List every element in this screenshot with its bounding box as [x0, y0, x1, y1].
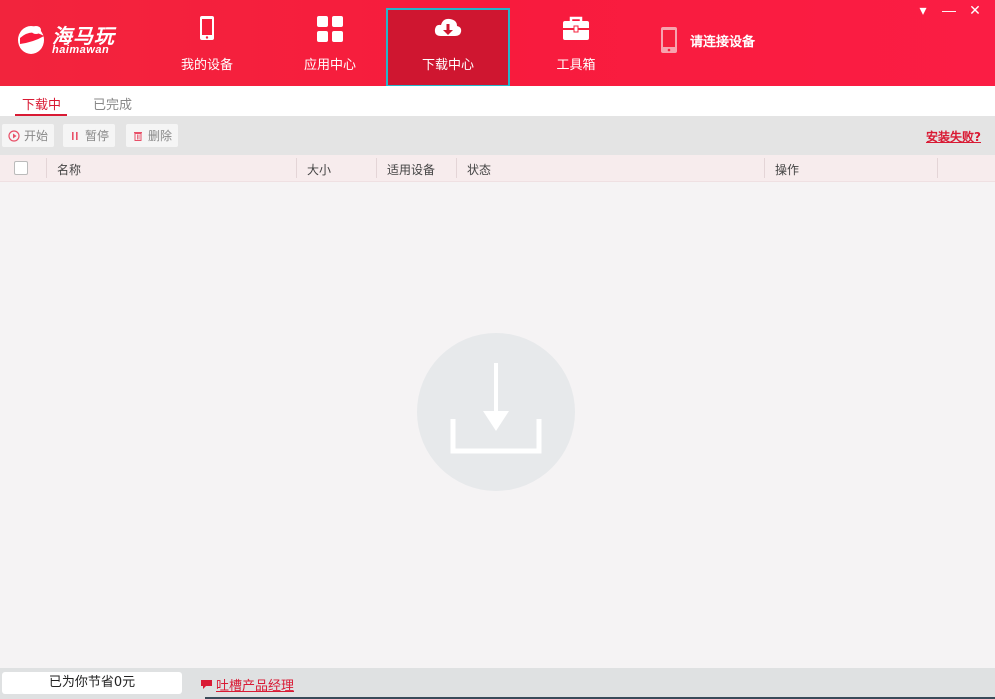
connect-device-label: 请连接设备 — [690, 34, 756, 50]
cloud-download-icon — [434, 18, 462, 36]
start-button[interactable]: 开始 — [2, 124, 55, 147]
column-separator — [456, 158, 457, 178]
feedback-label: 吐槽产品经理 — [216, 679, 295, 694]
pause-button[interactable]: 暂停 — [63, 124, 116, 147]
download-tray-icon — [450, 363, 542, 454]
column-size[interactable]: 大小 — [307, 161, 331, 178]
nav-label: 工具箱 — [556, 58, 596, 73]
close-icon[interactable]: ✕ — [967, 2, 983, 18]
empty-download-icon — [417, 333, 575, 491]
logo-subtext: haimawan — [52, 44, 110, 56]
connect-device-link[interactable]: 请连接设备 — [660, 26, 755, 54]
phone-icon — [661, 27, 677, 53]
column-separator — [46, 158, 47, 178]
status-bar: 已为你节省0元 吐槽产品经理 — [0, 668, 995, 699]
toolbar: 开始 暂停 删除 安装失败? — [0, 116, 995, 155]
menu-dropdown-icon[interactable]: ▾ — [915, 2, 931, 18]
column-status[interactable]: 状态 — [467, 161, 491, 178]
nav-label: 我的设备 — [180, 58, 233, 73]
play-circle-icon — [8, 129, 20, 142]
nav-label: 应用中心 — [303, 58, 356, 73]
window-controls: ▾ — ✕ — [915, 2, 983, 18]
feedback-link[interactable]: 吐槽产品经理 — [200, 675, 294, 694]
column-separator — [296, 158, 297, 178]
nav-download-center[interactable]: 下载中心 — [386, 8, 510, 88]
start-label: 开始 — [24, 129, 49, 143]
savings-text: 已为你节省0元 — [2, 672, 182, 694]
nav-app-center[interactable]: 应用中心 — [268, 8, 392, 88]
nav-my-devices[interactable]: 我的设备 — [145, 8, 269, 88]
minimize-icon[interactable]: — — [941, 2, 957, 18]
pause-icon — [72, 131, 78, 140]
pause-label: 暂停 — [85, 129, 110, 143]
logo-mark-icon — [18, 26, 44, 54]
select-all-checkbox[interactable] — [14, 161, 28, 175]
subtab-bar: 下载中 已完成 — [0, 86, 995, 116]
delete-button[interactable]: 删除 — [126, 124, 179, 147]
grid-icon — [317, 16, 343, 42]
tab-downloading[interactable]: 下载中 — [22, 94, 61, 113]
app-header: 海马玩 haimawan 我的设备 应用中心 下载中心 工具箱 请连接设备 ▾ … — [0, 0, 995, 88]
logo: 海马玩 haimawan — [16, 18, 126, 64]
nav-toolbox[interactable]: 工具箱 — [514, 8, 638, 88]
download-list-empty — [0, 182, 995, 668]
toolbox-icon — [563, 16, 589, 40]
install-fail-link[interactable]: 安装失败? — [926, 128, 981, 145]
column-separator — [764, 158, 765, 178]
tab-completed[interactable]: 已完成 — [93, 94, 132, 113]
column-action[interactable]: 操作 — [775, 161, 799, 178]
column-separator — [376, 158, 377, 178]
trash-icon — [134, 131, 142, 141]
delete-label: 删除 — [148, 129, 173, 143]
column-name[interactable]: 名称 — [57, 161, 81, 178]
column-device[interactable]: 适用设备 — [387, 161, 435, 178]
speech-bubble-icon — [201, 680, 212, 689]
nav-label: 下载中心 — [421, 58, 474, 73]
phone-icon — [200, 16, 214, 40]
table-header: 名称 大小 适用设备 状态 操作 — [0, 155, 995, 182]
column-separator — [937, 158, 938, 178]
